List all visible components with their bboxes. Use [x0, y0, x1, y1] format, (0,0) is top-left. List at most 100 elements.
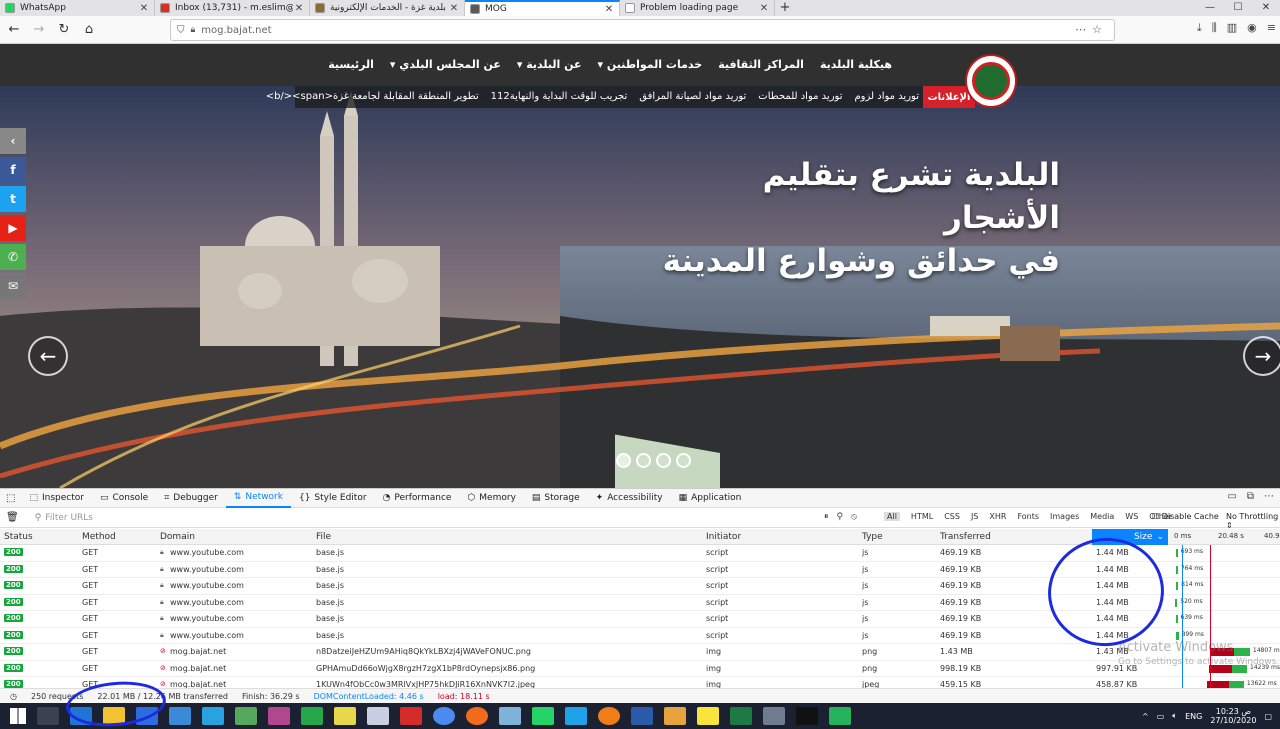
browser-tab[interactable]: MOG ✕: [465, 0, 620, 16]
excel-icon[interactable]: [730, 707, 752, 725]
municipality-logo[interactable]: [965, 54, 1017, 108]
nav-menu-item[interactable]: خدمات المواطنين ▾: [598, 58, 703, 71]
files-icon[interactable]: [499, 707, 521, 725]
vpn-icon[interactable]: [829, 707, 851, 725]
devtools-tab[interactable]: ◔ Performance: [375, 488, 460, 508]
terminal-icon[interactable]: [796, 707, 818, 725]
calculator-icon[interactable]: [763, 707, 785, 725]
close-window-icon[interactable]: ✕: [1252, 0, 1280, 16]
devtools-tab[interactable]: ⌗ Debugger: [156, 488, 226, 508]
ie2-icon[interactable]: [565, 707, 587, 725]
mail-taskbar-icon[interactable]: [169, 707, 191, 725]
tray-arrow-icon[interactable]: ^: [1142, 712, 1149, 721]
tab-close-icon[interactable]: ✕: [603, 4, 615, 15]
column-header[interactable]: File: [316, 532, 331, 542]
devtools-tab[interactable]: ⬡ Memory: [459, 488, 523, 508]
whatsapp-taskbar-icon[interactable]: [532, 707, 554, 725]
paint-icon[interactable]: [268, 707, 290, 725]
sidebar-icon[interactable]: ▥: [1227, 21, 1237, 35]
app-icon[interactable]: [235, 707, 257, 725]
firefox-icon[interactable]: [466, 707, 488, 725]
orange-app-icon[interactable]: [598, 707, 620, 725]
column-header[interactable]: Type: [862, 532, 883, 542]
disable-cache-checkbox[interactable]: ☐ Disable Cache: [1152, 512, 1219, 521]
devtools-tab[interactable]: ✦ Accessibility: [588, 488, 671, 508]
throttling-select[interactable]: No Throttling ⇕: [1226, 512, 1280, 530]
column-header[interactable]: Status: [4, 532, 33, 542]
filter-urls-input[interactable]: Filter URLs: [45, 513, 93, 523]
type-filter-button[interactable]: WS: [1125, 512, 1138, 521]
slider-dot[interactable]: [676, 453, 691, 468]
collapse-icon[interactable]: ‹: [0, 128, 26, 154]
perf-analysis-icon[interactable]: ◷: [10, 692, 17, 701]
request-row[interactable]: 200 GET mog.bajat.net ⊘ 1KUWn4fObCc0w3MRlVxJ…: [0, 677, 1280, 688]
reload-icon[interactable]: ↻: [53, 19, 75, 41]
menu-icon[interactable]: ≡: [1267, 21, 1276, 35]
network-icon[interactable]: ▭: [1157, 712, 1165, 721]
address-bar[interactable]: ⛉ 🔒︎ mog.bajat.net ⋯☆: [170, 19, 1115, 41]
type-filter-button[interactable]: XHR: [989, 512, 1006, 521]
ticker-item[interactable]: توريد مواد لزوم: [854, 91, 919, 102]
library-icon[interactable]: ⫼: [1212, 21, 1217, 35]
column-header[interactable]: Initiator: [706, 532, 741, 542]
slider-next-button[interactable]: →: [1243, 336, 1280, 376]
snip-icon[interactable]: [367, 707, 389, 725]
download-icon[interactable]: ⤓: [1197, 21, 1202, 35]
volume-icon[interactable]: 🔈︎: [1172, 711, 1177, 721]
notifications-icon[interactable]: ▢: [1264, 712, 1272, 721]
type-filter-button[interactable]: Images: [1050, 512, 1079, 521]
nav-menu-item[interactable]: عن المجلس البلدي ▾: [390, 58, 501, 71]
tab-close-icon[interactable]: ✕: [138, 3, 150, 14]
request-row[interactable]: 200 GET mog.bajat.net ⊘ GPHAmuDd66oWjgX8rgzH…: [0, 661, 1280, 677]
devtools-tab[interactable]: {} Style Editor: [291, 488, 375, 508]
clear-icon[interactable]: 🗑︎: [6, 512, 19, 523]
slider-prev-button[interactable]: ←: [28, 336, 68, 376]
sticky-icon[interactable]: [697, 707, 719, 725]
account-icon[interactable]: ◉: [1247, 21, 1257, 35]
devtools-tab[interactable]: ▤ Storage: [524, 488, 588, 508]
language-indicator[interactable]: ENG: [1185, 712, 1202, 721]
slider-dot[interactable]: [636, 453, 651, 468]
type-filter-button[interactable]: Fonts: [1017, 512, 1039, 521]
slider-dot[interactable]: [616, 453, 631, 468]
minimize-icon[interactable]: —: [1196, 0, 1224, 16]
request-row[interactable]: 200 GET mog.bajat.net ⊘ n8DatzeiJeHZUm9AHiq8…: [0, 644, 1280, 661]
ticker-item[interactable]: توريد مواد للمحطات: [758, 91, 842, 102]
ticker-item[interactable]: توريد مواد لصيانة المرافق: [639, 91, 746, 102]
nav-menu-item[interactable]: عن البلدية ▾: [517, 58, 582, 71]
facebook-icon[interactable]: f: [0, 157, 26, 183]
pause-search-block-icons[interactable]: ⏸⚲⦸: [824, 512, 865, 522]
devtools-tab[interactable]: ▦ Application: [671, 488, 750, 508]
dock-icon[interactable]: ▭: [1227, 491, 1236, 502]
tracking-shield-icon[interactable]: ⛉: [177, 25, 185, 36]
word-icon[interactable]: [631, 707, 653, 725]
slider-dot[interactable]: [656, 453, 671, 468]
twitter-icon[interactable]: t: [0, 186, 26, 212]
devtools-tab[interactable]: ⬚ Inspector: [21, 488, 92, 508]
tab-close-icon[interactable]: ✕: [448, 3, 460, 14]
column-header[interactable]: Domain: [160, 532, 195, 542]
devtools-menu-icon[interactable]: ⋯: [1264, 491, 1274, 502]
type-filter-button[interactable]: JS: [971, 512, 978, 521]
column-header[interactable]: Transferred: [940, 532, 991, 542]
browser-tab[interactable]: Inbox (13,731) - m.eslim@gmai✕: [155, 0, 310, 16]
column-header[interactable]: Method: [82, 532, 116, 542]
type-filter-button[interactable]: HTML: [911, 512, 933, 521]
type-filter-button[interactable]: All: [884, 512, 900, 521]
forward-icon[interactable]: →: [28, 19, 50, 41]
ie-icon[interactable]: [202, 707, 224, 725]
home-icon[interactable]: ⌂: [78, 19, 100, 41]
nav-menu-item[interactable]: الرئيسية: [328, 58, 374, 71]
browser-tab[interactable]: WhatsApp ✕: [0, 0, 155, 16]
folder-icon[interactable]: [664, 707, 686, 725]
browser-tab[interactable]: بلدية غزة - الخدمات الإلكترونية ✕: [310, 0, 465, 16]
devtools-tab[interactable]: ⇅ Network: [225, 488, 291, 508]
chrome-icon[interactable]: [433, 707, 455, 725]
youtube-icon[interactable]: ▶: [0, 215, 26, 241]
start-icon[interactable]: [10, 708, 26, 724]
tab-close-icon[interactable]: ✕: [758, 3, 770, 14]
task-view-icon[interactable]: [37, 707, 59, 725]
maximize-icon[interactable]: ☐: [1224, 0, 1252, 16]
dx-icon[interactable]: [400, 707, 422, 725]
clock[interactable]: 10:23 ص 27/10/2020: [1210, 707, 1256, 725]
